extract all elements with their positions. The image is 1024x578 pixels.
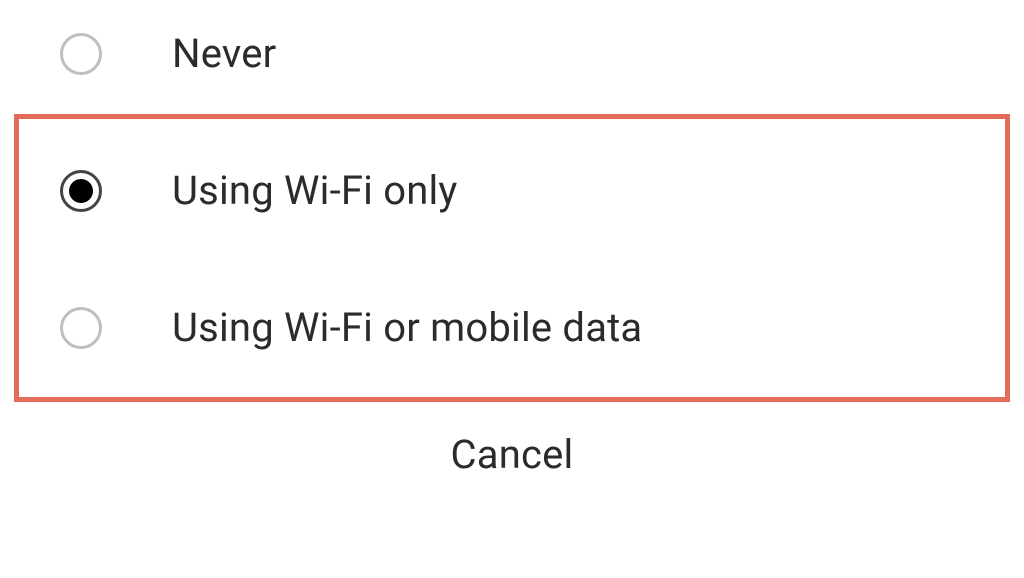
option-wifi-only[interactable]: Using Wi-Fi only: [0, 137, 1024, 244]
cancel-row: Cancel: [0, 381, 1024, 498]
radio-selected-icon: [60, 170, 102, 212]
option-label: Using Wi-Fi only: [172, 167, 458, 214]
option-label: Never: [172, 30, 276, 77]
radio-icon: [60, 307, 102, 349]
option-never[interactable]: Never: [0, 0, 1024, 107]
cancel-button[interactable]: Cancel: [451, 431, 574, 478]
options-dialog: Never Using Wi-Fi only Using Wi-Fi or mo…: [0, 0, 1024, 498]
option-label: Using Wi-Fi or mobile data: [172, 304, 642, 351]
option-wifi-or-mobile[interactable]: Using Wi-Fi or mobile data: [0, 274, 1024, 381]
radio-icon: [60, 33, 102, 75]
